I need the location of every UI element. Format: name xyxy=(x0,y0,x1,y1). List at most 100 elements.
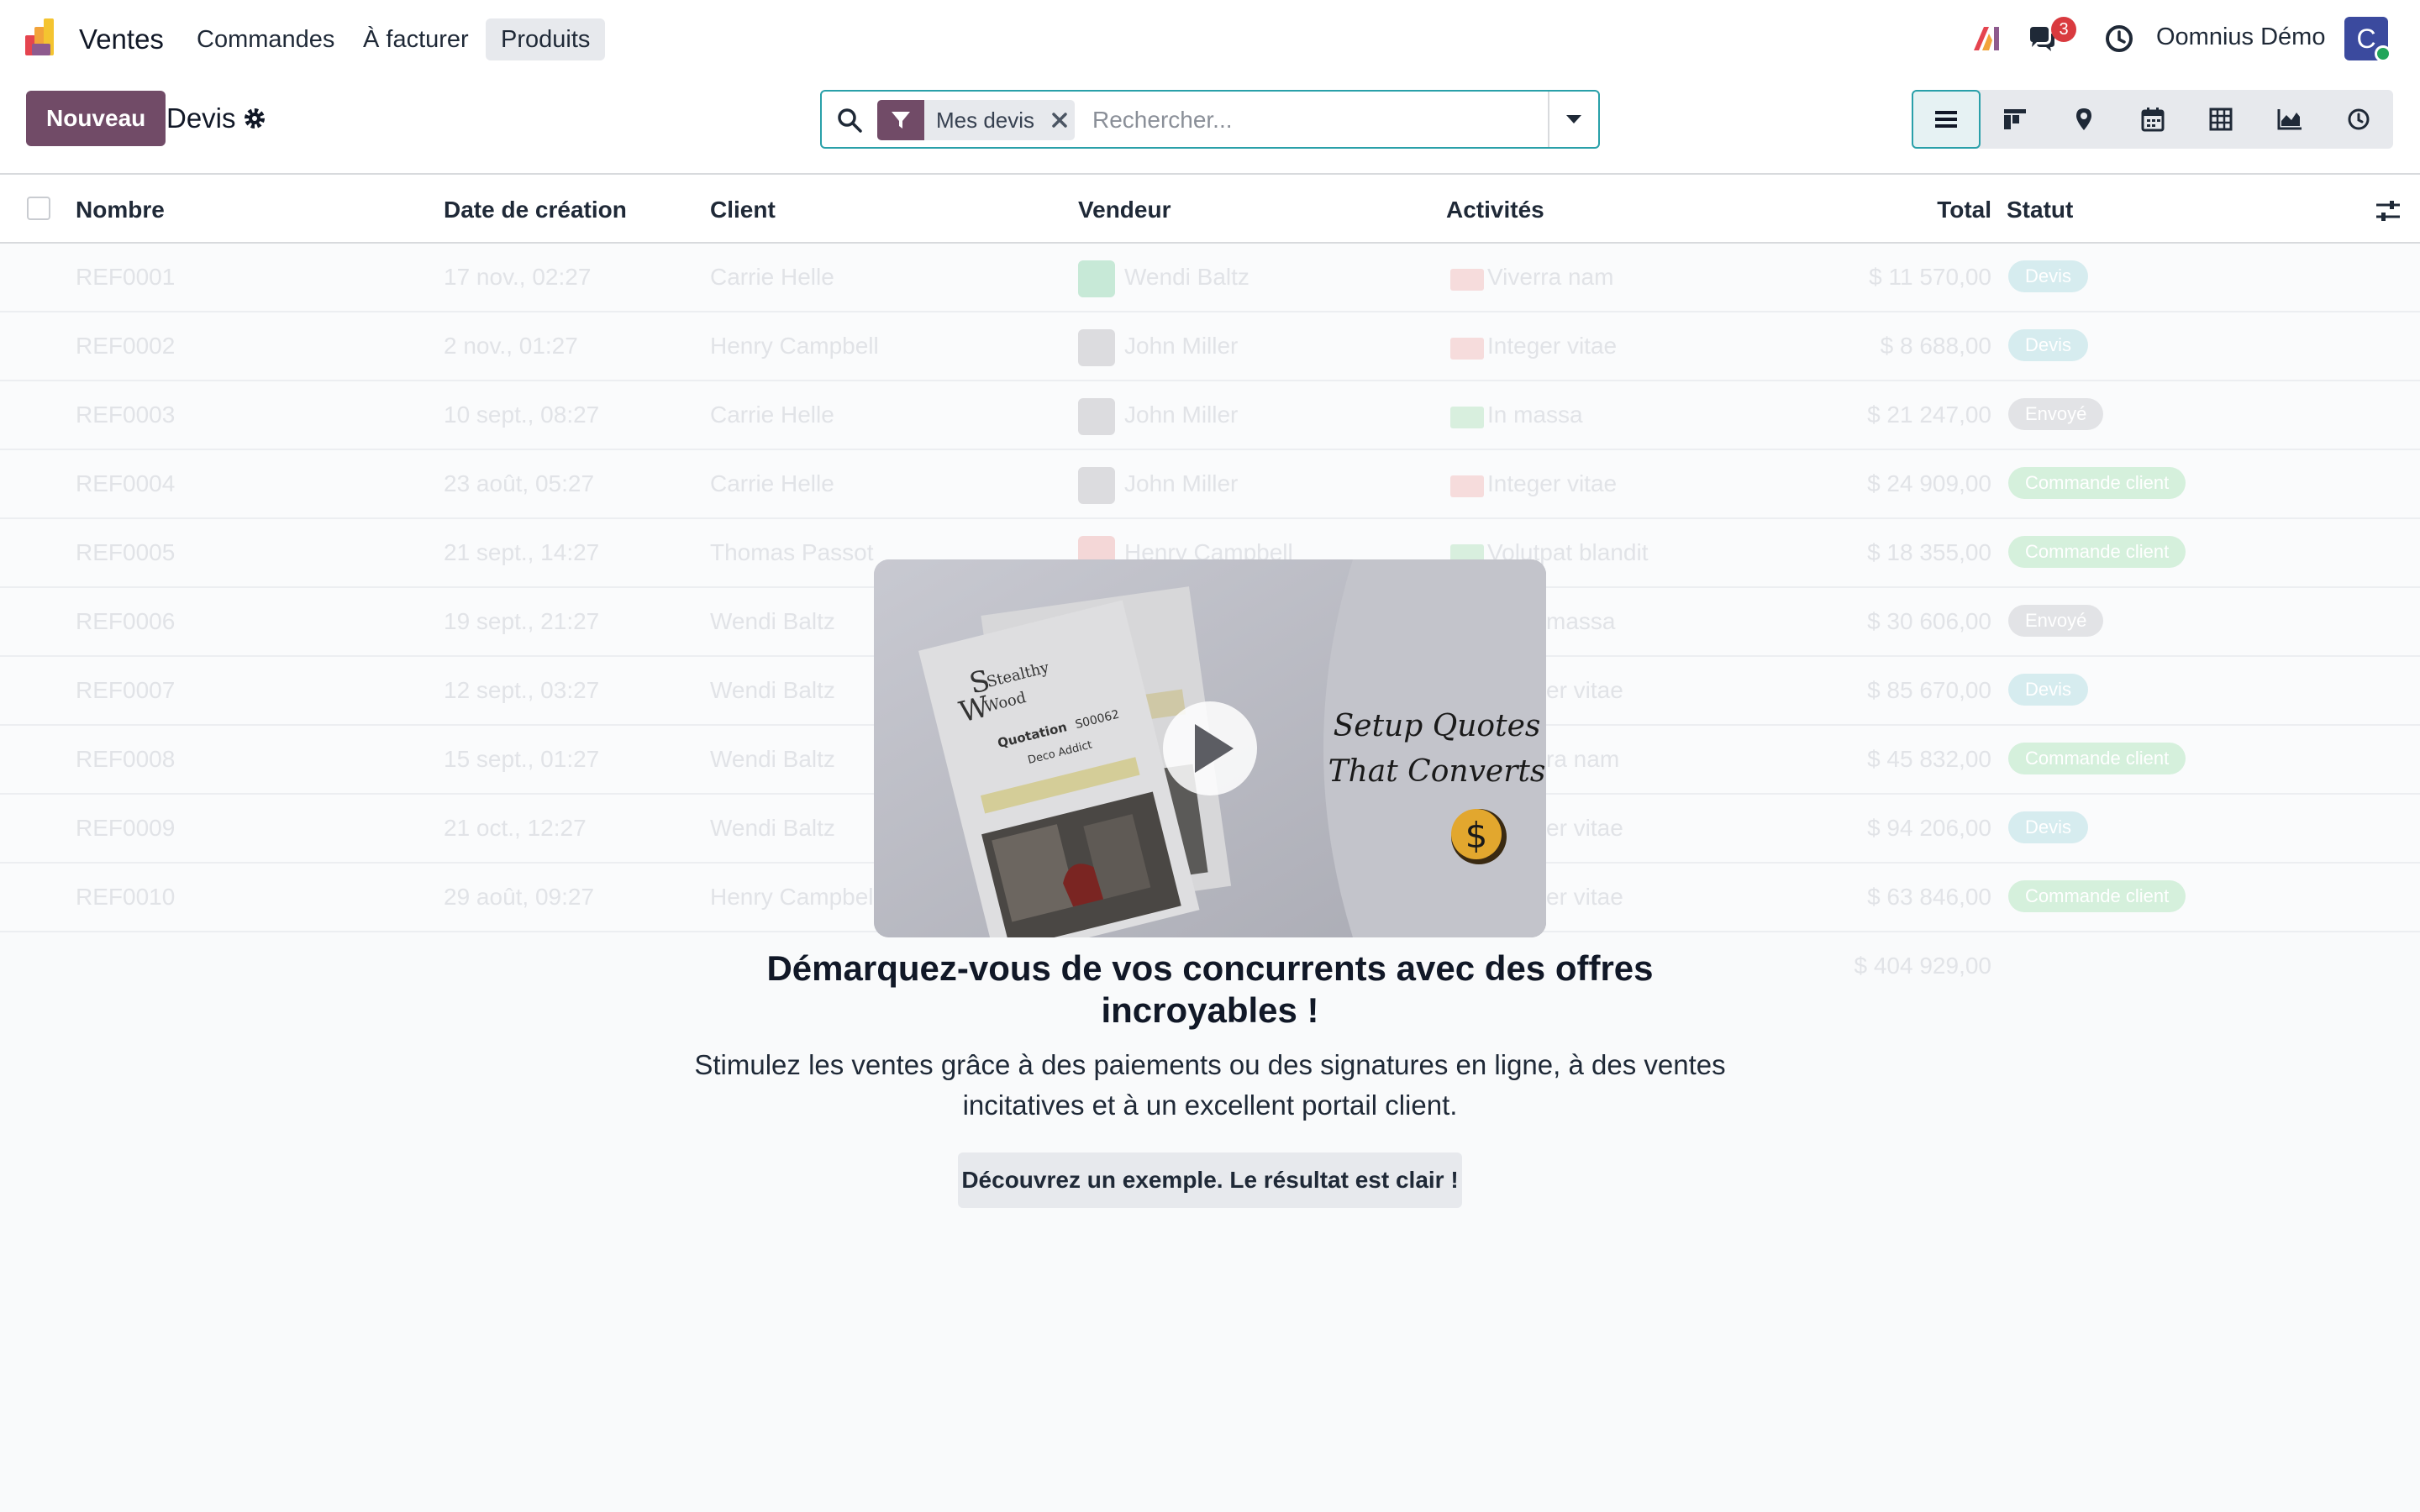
row-activity: Integer vitae xyxy=(1487,333,1618,359)
activity-view-icon xyxy=(2348,108,2370,130)
messages-badge: 3 xyxy=(2051,17,2076,42)
row-date: 23 août, 05:27 xyxy=(444,470,595,496)
row-ref: REF0008 xyxy=(76,746,176,772)
breadcrumb: Devis xyxy=(166,102,236,134)
row-client: Henry Campbell xyxy=(710,884,879,910)
search-options-toggle[interactable] xyxy=(1548,92,1598,147)
row-salesperson: John Miller xyxy=(1124,402,1239,428)
row-client: Wendi Baltz xyxy=(710,746,835,772)
app-name[interactable]: Ventes xyxy=(79,24,164,55)
tutorial-video[interactable]: S Stealthy W Wood Quotation S00062 Deco … xyxy=(874,559,1546,937)
column-client[interactable]: Client xyxy=(710,197,776,223)
activity-view-button[interactable] xyxy=(2324,90,2393,149)
calendar-view-button[interactable] xyxy=(2118,90,2187,149)
svg-text:$: $ xyxy=(1465,815,1488,856)
status-badge: Envoyé xyxy=(2008,398,2104,430)
row-activity: er vitae xyxy=(1546,884,1623,910)
video-thumbnail: S Stealthy W Wood Quotation S00062 Deco … xyxy=(874,559,1546,937)
row-date: 29 août, 09:27 xyxy=(444,884,595,910)
pivot-view-button[interactable] xyxy=(2186,90,2255,149)
row-client: Wendi Baltz xyxy=(710,815,835,841)
row-date: 17 nov., 02:27 xyxy=(444,264,592,290)
row-ref: REF0001 xyxy=(76,264,176,290)
video-slogan-line1: Setup Quotes xyxy=(1334,709,1541,743)
menu-a-facturer[interactable]: À facturer xyxy=(348,18,484,60)
column-date[interactable]: Date de création xyxy=(444,197,627,223)
table-row[interactable]: REF0001 17 nov., 02:27 Carrie Helle Wendi B… xyxy=(0,244,2420,312)
row-activity: Viverra nam xyxy=(1487,264,1614,290)
map-view-button[interactable] xyxy=(2049,90,2118,149)
column-activities[interactable]: Activités xyxy=(1446,197,1544,223)
row-client: Carrie Helle xyxy=(710,470,834,496)
row-total: $ 11 570,00 xyxy=(1869,264,1991,290)
status-badge: Commande client xyxy=(2008,743,2186,774)
row-client: Carrie Helle xyxy=(710,264,834,290)
row-date: 2 nov., 01:27 xyxy=(444,333,578,359)
optional-columns-icon[interactable] xyxy=(2375,198,2402,223)
row-total: $ 94 206,00 xyxy=(1867,815,1991,841)
sales-app-logo-icon[interactable] xyxy=(25,18,64,57)
row-total: $ 18 355,00 xyxy=(1867,539,1991,565)
column-number[interactable]: Nombre xyxy=(76,197,165,223)
row-client: Wendi Baltz xyxy=(710,677,835,703)
sample-quote-button[interactable]: Découvrez un exemple. Le résultat est cl… xyxy=(958,1152,1462,1208)
row-total: $ 21 247,00 xyxy=(1867,402,1991,428)
activity-type-icon xyxy=(1450,338,1484,360)
select-all-checkbox[interactable] xyxy=(27,197,50,220)
caret-down-icon xyxy=(1566,115,1581,123)
menu-produits[interactable]: Produits xyxy=(486,18,606,60)
row-date: 12 sept., 03:27 xyxy=(444,677,600,703)
row-date: 21 sept., 14:27 xyxy=(444,539,600,565)
activity-clock-icon[interactable] xyxy=(2102,22,2136,55)
activity-type-icon xyxy=(1450,269,1484,291)
row-total: $ 85 670,00 xyxy=(1867,677,1991,703)
row-date: 19 sept., 21:27 xyxy=(444,608,600,634)
user-company-name[interactable]: Oomnius Démo xyxy=(2156,24,2325,51)
search-icon[interactable] xyxy=(835,106,864,134)
top-navbar: Ventes Commandes À facturer Produits 3 O… xyxy=(0,0,2420,77)
search-bar[interactable]: Mes devis xyxy=(820,90,1600,149)
row-date: 15 sept., 01:27 xyxy=(444,746,600,772)
row-total: $ 30 606,00 xyxy=(1867,608,1991,634)
filter-icon xyxy=(877,100,924,140)
kanban-view-button[interactable] xyxy=(1981,90,2049,149)
row-total: $ 24 909,00 xyxy=(1867,470,1991,496)
row-date: 10 sept., 08:27 xyxy=(444,402,600,428)
search-input[interactable] xyxy=(1092,100,1512,140)
row-date: 21 oct., 12:27 xyxy=(444,815,587,841)
row-salesperson: John Miller xyxy=(1124,333,1239,359)
kanban-view-icon xyxy=(2003,109,2026,129)
row-total: $ 45 832,00 xyxy=(1867,746,1991,772)
column-salesperson[interactable]: Vendeur xyxy=(1078,197,1171,223)
table-row[interactable]: REF0003 10 sept., 08:27 Carrie Helle John M… xyxy=(0,381,2420,450)
status-badge: Devis xyxy=(2008,329,2089,361)
salesperson-avatar xyxy=(1078,260,1115,297)
row-client: Thomas Passot xyxy=(710,539,874,565)
list-view-button[interactable] xyxy=(1912,90,1981,149)
new-button[interactable]: Nouveau xyxy=(26,91,166,146)
status-badge: Devis xyxy=(2008,811,2089,843)
row-activity: In massa xyxy=(1487,402,1583,428)
calendar-view-icon xyxy=(2141,108,2164,132)
status-badge: Commande client xyxy=(2008,536,2186,568)
row-ref: REF0004 xyxy=(76,470,176,496)
column-status[interactable]: Statut xyxy=(2007,197,2073,223)
pivot-view-icon xyxy=(2209,108,2233,131)
view-switcher xyxy=(1912,90,2393,149)
helper-text: Stimulez les ventes grâce à des paiement… xyxy=(694,1049,1726,1121)
search-facet[interactable]: Mes devis xyxy=(877,100,1076,140)
table-row[interactable]: REF0002 2 nov., 01:27 Henry Campbell John M… xyxy=(0,312,2420,381)
row-activity: er vitae xyxy=(1546,677,1623,703)
table-row[interactable]: REF0004 23 août, 05:27 Carrie Helle John Mi… xyxy=(0,450,2420,519)
gear-icon[interactable] xyxy=(242,106,267,131)
column-total[interactable]: Total xyxy=(1765,197,1991,223)
row-activity: er vitae xyxy=(1546,815,1623,841)
facet-close-icon[interactable] xyxy=(1044,100,1075,140)
graph-view-button[interactable] xyxy=(2255,90,2324,149)
salesperson-avatar xyxy=(1078,398,1115,435)
row-ref: REF0009 xyxy=(76,815,176,841)
ai-assistant-icon[interactable] xyxy=(1970,22,2004,55)
graph-view-icon xyxy=(2277,109,2302,130)
row-ref: REF0005 xyxy=(76,539,176,565)
menu-commandes[interactable]: Commandes xyxy=(182,18,350,60)
